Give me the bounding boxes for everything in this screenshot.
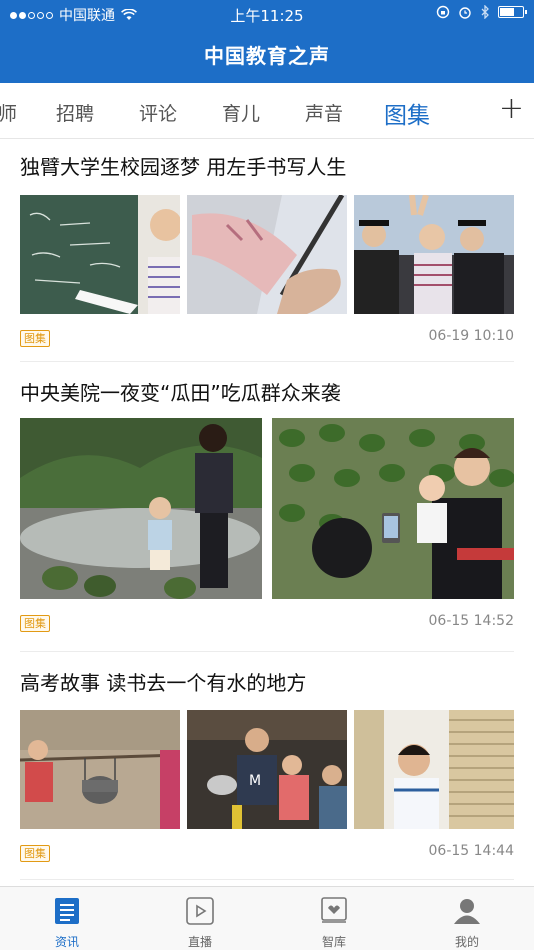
add-channel-icon[interactable]: +	[499, 91, 524, 126]
publish-time: 06-19 10:10	[428, 328, 514, 344]
article-title[interactable]: 高考故事 读书去一个有水的地方	[20, 667, 306, 696]
bottom-tab-bar: 资讯 直播 智库 我的	[0, 886, 534, 950]
category-tag: 图集	[20, 615, 50, 632]
tab-parenting[interactable]: 育儿	[222, 99, 260, 126]
battery-icon	[498, 6, 527, 18]
tab-recruitment[interactable]: 招聘	[56, 99, 94, 126]
article-image[interactable]	[187, 195, 347, 314]
channel-tabs: 师 招聘 评论 育儿 声音 图集 +	[0, 83, 534, 139]
publish-time: 06-15 14:44	[428, 843, 514, 859]
tab-gallery[interactable]: 图集	[384, 96, 430, 130]
divider	[20, 879, 514, 880]
svg-text:M: M	[249, 773, 261, 789]
tab-voices[interactable]: 声音	[305, 99, 343, 126]
page-title: 中国教育之声	[204, 44, 330, 68]
tabbar-label: 直播	[187, 935, 212, 949]
top-bar: 中国联通 上午11:25 中国教育之声	[0, 0, 534, 83]
tabbar-label: 我的	[454, 935, 479, 949]
orientation-lock-icon	[436, 5, 450, 19]
article-title[interactable]: 独臂大学生校园逐梦 用左手书写人生	[20, 151, 346, 180]
article-image[interactable]: M	[187, 710, 347, 829]
alarm-icon	[459, 7, 471, 19]
list-item[interactable]: 独臂大学生校园逐梦 用左手书写人生 图集 06-19 10:10	[0, 139, 534, 362]
tab-commentary[interactable]: 评论	[139, 99, 177, 126]
tabbar-label: 智库	[321, 935, 346, 949]
list-item[interactable]: 中央美院一夜变“瓜田”吃瓜群众来袭 图集 06-15 14:52	[0, 361, 534, 652]
category-tag: 图集	[20, 845, 50, 862]
article-image[interactable]	[354, 195, 514, 314]
profile-icon	[454, 899, 480, 924]
news-list-icon	[55, 898, 79, 924]
category-tag: 图集	[20, 330, 50, 347]
article-image[interactable]	[20, 710, 180, 829]
status-bar: 中国联通 上午11:25	[0, 0, 534, 28]
publish-time: 06-15 14:52	[428, 613, 514, 629]
list-item[interactable]: 高考故事 读书去一个有水的地方 M 图集 06-15 14:44	[0, 651, 534, 880]
article-image[interactable]	[20, 418, 262, 599]
article-image[interactable]	[272, 418, 514, 599]
tab-teacher[interactable]: 师	[0, 99, 17, 126]
article-image[interactable]	[354, 710, 514, 829]
bluetooth-icon	[481, 5, 489, 19]
play-icon	[186, 897, 214, 925]
article-title[interactable]: 中央美院一夜变“瓜田”吃瓜群众来袭	[20, 377, 341, 406]
library-icon	[321, 897, 347, 923]
tabbar-label: 资讯	[54, 935, 79, 949]
article-image[interactable]	[20, 195, 180, 314]
